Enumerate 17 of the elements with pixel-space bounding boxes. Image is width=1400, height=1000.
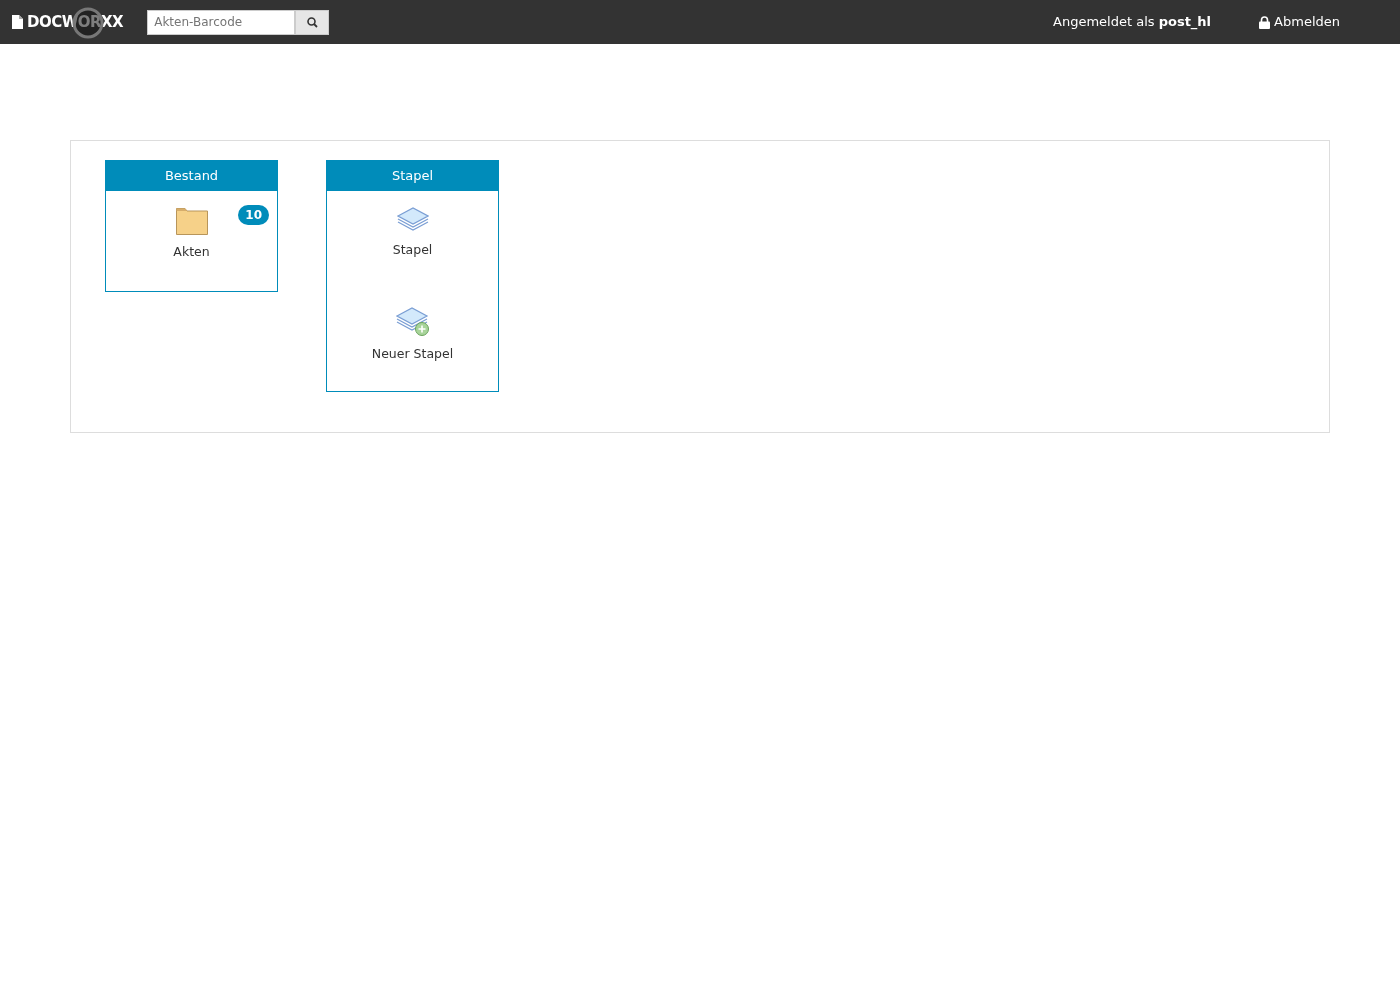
tile-item[interactable]: Akten 10 xyxy=(106,191,277,291)
search-button[interactable] xyxy=(295,9,330,35)
tile-item[interactable]: Neuer Stapel xyxy=(327,291,498,391)
folder-icon xyxy=(175,207,208,235)
stack-icon xyxy=(396,207,429,233)
brand-logo[interactable]: DOCWORXX xyxy=(27,10,124,34)
lock-icon xyxy=(1259,15,1271,29)
stack-add-icon xyxy=(395,307,430,337)
logout-link[interactable]: Abmelden xyxy=(1259,12,1340,32)
tile-header: Bestand xyxy=(106,161,277,191)
user-status: Angemeldet als post_hl xyxy=(1053,13,1212,32)
document-icon xyxy=(12,15,23,29)
search-icon xyxy=(306,16,318,28)
search-field[interactable]: Akten-Barcode xyxy=(147,9,296,35)
tile-item[interactable]: Stapel xyxy=(327,191,498,291)
count-badge: 10 xyxy=(238,205,269,225)
tile-header: Stapel xyxy=(327,161,498,191)
